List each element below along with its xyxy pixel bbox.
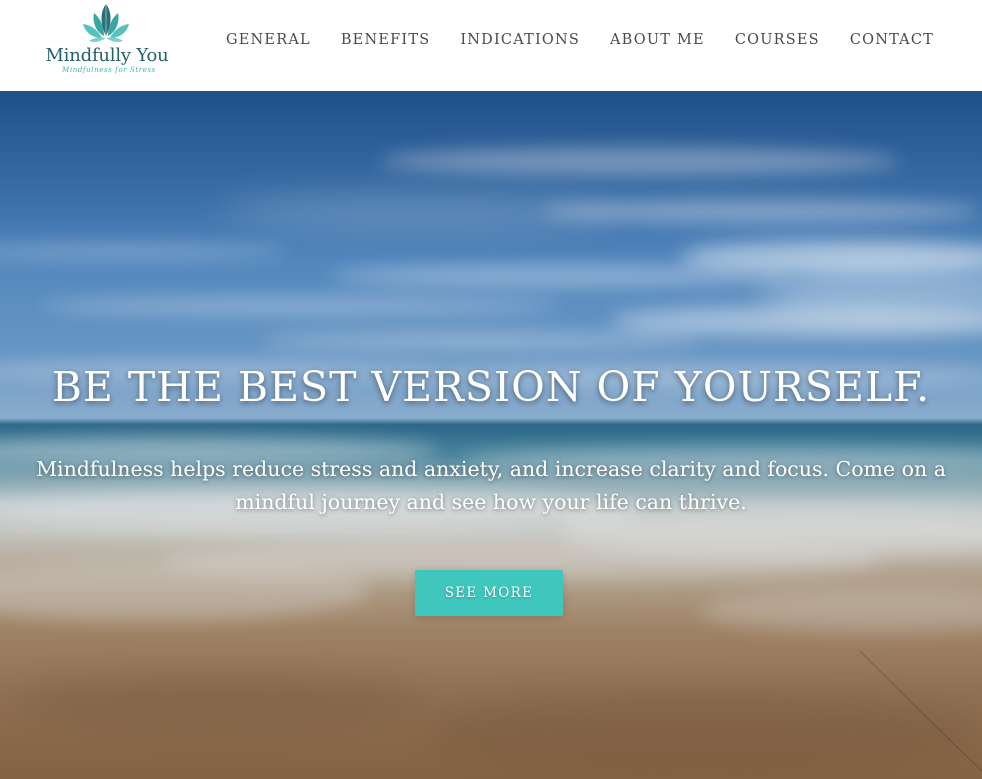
hero-title: BE THE BEST VERSION OF YOURSELF.: [51, 363, 931, 411]
lotus-leaves-icon: [83, 4, 129, 42]
beach-seascape-image: [0, 91, 982, 779]
main-nav: GENERAL BENEFITS INDICATIONS ABOUT ME CO…: [196, 30, 934, 50]
nav-item-contact[interactable]: CONTACT: [850, 30, 934, 50]
nav-item-general[interactable]: GENERAL: [226, 30, 311, 50]
nav-item-courses[interactable]: COURSES: [735, 30, 820, 50]
logo-tagline: Mindfulness for Stress: [62, 66, 156, 74]
site-header: Mindfully You Mindfulness for Stress GEN…: [0, 0, 982, 91]
site-logo[interactable]: Mindfully You Mindfulness for Stress: [44, 0, 170, 82]
nav-item-benefits[interactable]: BENEFITS: [341, 30, 431, 50]
see-more-button[interactable]: SEE MORE: [415, 570, 563, 616]
page: Mindfully You Mindfulness for Stress GEN…: [0, 0, 982, 779]
hero-section: BE THE BEST VERSION OF YOURSELF. Mindful…: [0, 91, 982, 779]
hero-subtitle: Mindfulness helps reduce stress and anxi…: [36, 457, 946, 514]
nav-item-about-me[interactable]: ABOUT ME: [610, 30, 705, 50]
nav-item-indications[interactable]: INDICATIONS: [460, 30, 580, 50]
logo-name: Mindfully You: [45, 45, 169, 66]
